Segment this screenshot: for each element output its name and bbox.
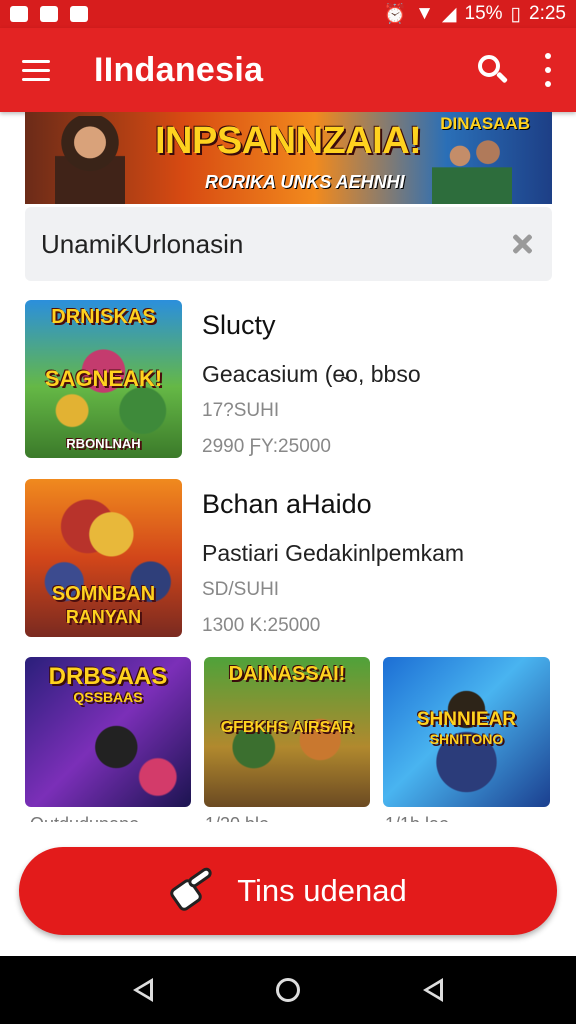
banner-badge: DINASAAB (440, 114, 530, 133)
mail-notification-icon (70, 6, 88, 22)
item-text: Slucty Geacasium (e̴o, bbso 17?SUHI 2990… (202, 300, 421, 458)
pointing-hand-icon (168, 865, 215, 914)
item-meta: 17?SUHI (202, 400, 280, 421)
battery-icon: ▯ (510, 3, 522, 25)
game-card[interactable]: DRBSAAS QSSBAAS (25, 657, 191, 807)
thumbnail-title: SOMNBAN (51, 583, 156, 605)
home-icon[interactable] (268, 970, 308, 1010)
list-item[interactable]: SOMNBAN RANYAN Bchan aHaido Pastiari Ged… (25, 479, 552, 639)
app-bar: IIndanesia (0, 28, 576, 112)
promo-banner[interactable]: INPSANNZAIA! RORIKA UNKS AEHNHI DINASAAB (25, 112, 552, 204)
alarm-icon: ⏰ (383, 4, 408, 25)
search-input[interactable]: UnamiKUrlonasin (41, 229, 243, 260)
card-subtitle: SHNITONO (429, 731, 504, 747)
navigation-bar (0, 956, 576, 1024)
app-notification-icon (40, 6, 58, 22)
more-vert-icon[interactable] (542, 53, 554, 87)
card-subtitle: QSSBAAS (73, 689, 143, 705)
back-icon[interactable] (123, 970, 163, 1010)
game-card[interactable]: SHNNIEAR SHNITONO (383, 657, 550, 807)
thumbnail-footer: RBONLNAH (66, 436, 141, 451)
cta-button[interactable]: Tins udenad (19, 847, 557, 935)
app-title: IIndanesia (94, 50, 264, 89)
banner-subline: RORIKA UNKS AEHNHI (205, 172, 405, 192)
banner-headline: INPSANNZAIA! (155, 120, 422, 162)
recents-icon[interactable] (413, 970, 453, 1010)
card-title: DAINASSAI! (228, 663, 346, 685)
thumbnail-subtitle: SAGNEAK! (44, 366, 163, 391)
gallery-notification-icon (10, 6, 28, 22)
item-subtitle: Geacasium (e̴o, bbso (202, 361, 421, 387)
card-title: SHNNIEAR (416, 709, 517, 730)
game-card[interactable]: DAINASSAI! GFBKHS AIRSAR (204, 657, 370, 807)
thumbnail-title: DRNISKAS (51, 306, 156, 328)
game-thumbnail: SOMNBAN RANYAN (25, 479, 182, 637)
item-title: Bchan aHaido (202, 489, 372, 519)
item-meta-secondary: 1300 K:25000 (202, 615, 321, 636)
status-bar: ⏰ ▼ ◢ 15% ▯ 2:25 (0, 0, 576, 28)
cta-label: Tins udenad (237, 873, 407, 908)
signal-icon: ◢ (441, 3, 457, 25)
system-icons: ⏰ ▼ ◢ 15% ▯ 2:25 (383, 2, 566, 26)
close-icon[interactable] (508, 230, 536, 258)
item-meta: SD/SUHI (202, 579, 280, 600)
search-icon[interactable] (472, 50, 512, 90)
clock: 2:25 (529, 3, 566, 24)
thumbnail-subtitle: RANYAN (65, 607, 142, 627)
card-title: DRBSAAS (48, 663, 168, 690)
notification-icons (10, 6, 88, 22)
banner-hero-right-image (432, 130, 512, 204)
item-text: Bchan aHaido Pastiari Gedakinlpemkam SD/… (202, 479, 464, 637)
banner-hero-left-image (55, 116, 125, 204)
hamburger-menu-icon[interactable] (22, 52, 58, 88)
item-meta-secondary: 2990 ƑY:25000 (202, 436, 331, 457)
game-thumbnail: DRNISKAS SAGNEAK! RBONLNAH (25, 300, 182, 458)
list-item[interactable]: DRNISKAS SAGNEAK! RBONLNAH Slucty Geacas… (25, 300, 552, 460)
item-title: Slucty (202, 310, 276, 340)
item-subtitle: Pastiari Gedakinlpemkam (202, 540, 465, 566)
screen: ⏰ ▼ ◢ 15% ▯ 2:25 IIndanesia INPSANNZAIA!… (0, 0, 576, 1024)
search-field[interactable]: UnamiKUrlonasin (25, 207, 552, 281)
card-subtitle: GFBKHS AIRSAR (220, 719, 354, 736)
battery-percent: 15% (464, 3, 503, 24)
wifi-icon: ▼ (415, 3, 434, 24)
